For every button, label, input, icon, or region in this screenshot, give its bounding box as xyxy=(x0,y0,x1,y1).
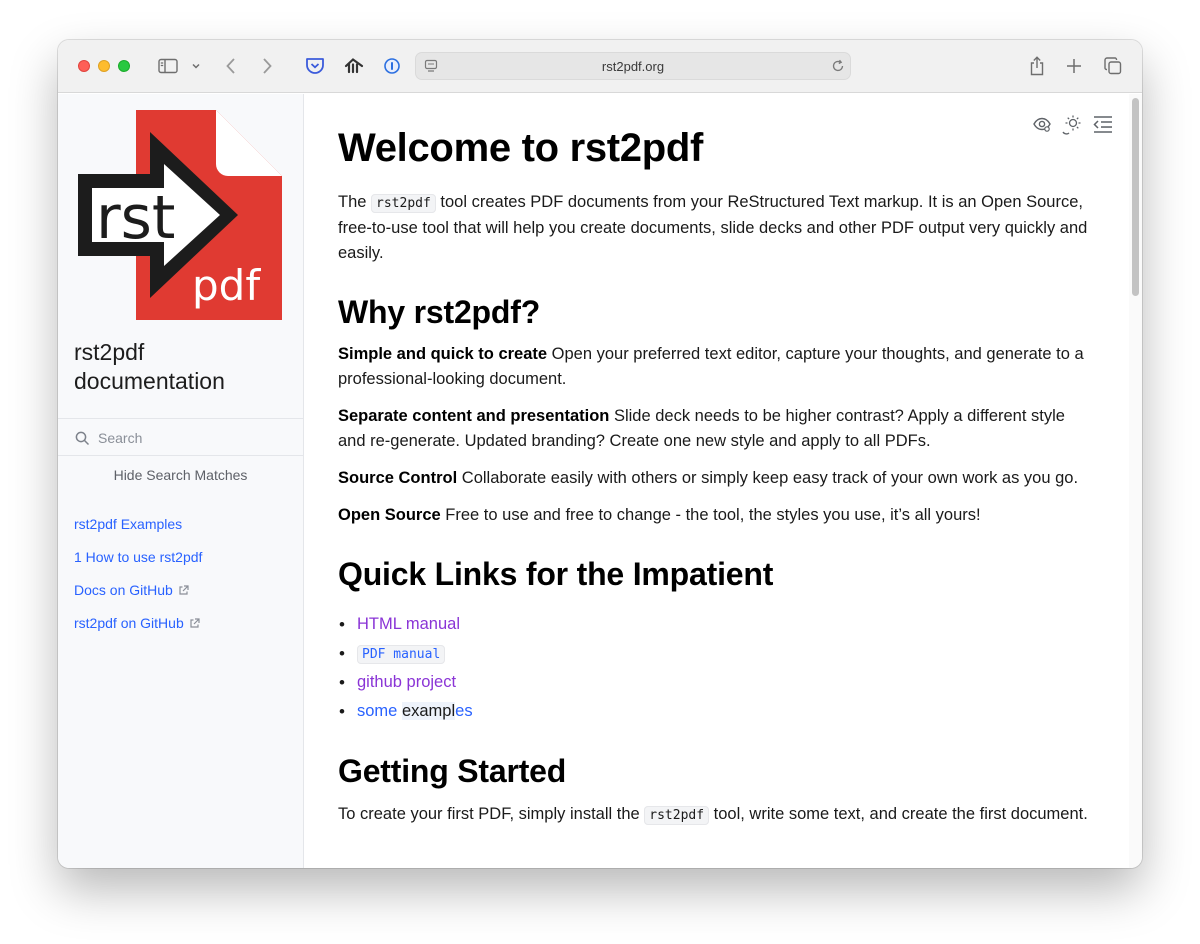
sidebar-item-examples[interactable]: rst2pdf Examples xyxy=(74,516,182,532)
address-bar[interactable]: rst2pdf.org xyxy=(415,52,851,80)
share-icon[interactable] xyxy=(1026,54,1048,78)
password-manager-icon[interactable] xyxy=(382,54,402,78)
scrollbar-thumb[interactable] xyxy=(1132,98,1139,296)
sidebar-item-label: 1 How to use rst2pdf xyxy=(74,549,203,565)
why-heading: Why rst2pdf? xyxy=(338,294,541,330)
sidebar-item-label: rst2pdf on GitHub xyxy=(74,615,184,631)
sidebar-item-label: Docs on GitHub xyxy=(74,582,173,598)
search-box[interactable] xyxy=(58,418,303,456)
main-content: Welcome to rst2pdf The rst2pdf tool crea… xyxy=(304,94,1129,868)
back-arrow-icon[interactable] xyxy=(221,54,241,78)
browser-toolbar: rst2pdf.org xyxy=(58,40,1142,93)
logo-text-rst: rst xyxy=(96,183,175,253)
eye-icon[interactable] xyxy=(1032,114,1052,136)
getting-started-paragraph: To create your first PDF, simply install… xyxy=(338,805,1088,825)
list-item: HTML manual xyxy=(338,610,473,639)
list-item: some examples xyxy=(338,697,473,726)
theme-toggle-icon[interactable] xyxy=(1061,114,1083,136)
feature-paragraph: Open Source Free to use and free to chan… xyxy=(338,506,981,524)
project-title[interactable]: rst2pdf documentation xyxy=(74,338,294,396)
sidebar-toggle-icon[interactable] xyxy=(157,54,179,78)
external-link-icon xyxy=(189,617,200,629)
html-manual-link[interactable]: HTML manual xyxy=(357,615,460,633)
feature-paragraph: Simple and quick to create Open your pre… xyxy=(338,345,1084,388)
feature-paragraph: Separate content and presentation Slide … xyxy=(338,407,1065,450)
sidebar-item-rst2pdf-on-github[interactable]: rst2pdf on GitHub xyxy=(74,615,200,631)
list-item: PDF manual xyxy=(338,639,473,668)
minimize-window-button[interactable] xyxy=(98,60,110,72)
some-examples-link[interactable]: some examples xyxy=(357,702,473,720)
inline-code: rst2pdf xyxy=(644,806,710,825)
extension-icon[interactable] xyxy=(342,54,366,78)
hide-search-matches-link[interactable]: Hide Search Matches xyxy=(58,467,303,483)
search-input[interactable] xyxy=(98,428,288,448)
new-tab-icon[interactable] xyxy=(1064,54,1084,78)
sidebar-item-label: rst2pdf Examples xyxy=(74,516,183,532)
feature-paragraph: Source Control Collaborate easily with o… xyxy=(338,469,1079,487)
intro-paragraph: The rst2pdf tool creates PDF documents f… xyxy=(338,193,1088,262)
getting-started-heading: Getting Started xyxy=(338,753,567,789)
logo-text-pdf: pdf xyxy=(192,261,261,310)
content-scrollbar[interactable] xyxy=(1129,94,1142,868)
inline-code: rst2pdf xyxy=(371,194,436,213)
url-text[interactable]: rst2pdf.org xyxy=(416,59,850,74)
close-window-button[interactable] xyxy=(78,60,90,72)
content-toolbar xyxy=(1032,114,1114,136)
search-icon xyxy=(74,429,90,447)
page-title: Welcome to rst2pdf xyxy=(338,126,704,170)
sidebar-item-how-to-use[interactable]: 1 How to use rst2pdf xyxy=(74,549,202,565)
reload-icon[interactable] xyxy=(829,56,847,76)
quick-links-heading: Quick Links for the Impatient xyxy=(338,556,774,592)
rst2pdf-logo[interactable]: rst pdf xyxy=(78,110,282,325)
tab-overview-icon[interactable] xyxy=(1102,54,1124,78)
github-project-link[interactable]: github project xyxy=(357,673,456,691)
sidebar-item-docs-on-github[interactable]: Docs on GitHub xyxy=(74,582,189,598)
zoom-window-button[interactable] xyxy=(118,60,130,72)
forward-arrow-icon[interactable] xyxy=(257,54,277,78)
docs-sidebar: rst pdf rst2pdf documentation Hide Searc… xyxy=(58,94,304,868)
pdf-manual-link[interactable]: PDF manual xyxy=(357,644,446,664)
browser-window: rst2pdf.org rst pdf rst2pdf documentatio… xyxy=(58,40,1142,868)
chevron-down-icon[interactable] xyxy=(189,54,203,78)
search-highlight: exampl xyxy=(401,702,456,720)
list-item: github project xyxy=(338,668,473,697)
pocket-icon[interactable] xyxy=(304,54,326,78)
table-of-contents-icon[interactable] xyxy=(1092,114,1114,136)
quick-links-list: HTML manual PDF manual github project so… xyxy=(338,610,473,726)
external-link-icon xyxy=(178,584,189,596)
